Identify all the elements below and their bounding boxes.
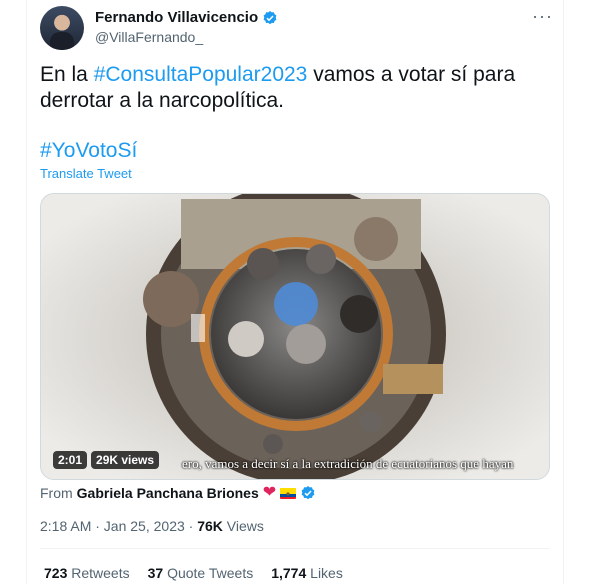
source-author-link[interactable]: Gabriela Panchana Briones: [77, 485, 259, 501]
hashtag-yovotosi-link[interactable]: #YoVotoSí: [40, 139, 137, 163]
tweet-meta: 2:18 AM · Jan 25, 2023 · 76K Views: [40, 518, 264, 534]
author-avatar[interactable]: [40, 6, 84, 50]
tweet-timestamp-link[interactable]: 2:18 AM · Jan 25, 2023 ·: [40, 518, 197, 534]
from-label: From: [40, 485, 73, 501]
retweets-count: 723: [44, 565, 68, 581]
quotes-count: 37: [147, 565, 164, 581]
video-views-badge: 29K views: [91, 451, 160, 469]
quotes-label: Quote Tweets: [167, 565, 254, 581]
views-count: 76K: [197, 518, 223, 534]
translate-tweet-link[interactable]: Translate Tweet: [40, 166, 132, 181]
quote-tweets-link[interactable]: 37 Quote Tweets: [148, 565, 254, 581]
divider: [40, 548, 550, 549]
ecuador-flag-icon: [280, 487, 297, 499]
author-name[interactable]: Fernando Villavicencio: [95, 9, 258, 26]
retweets-label: Retweets: [71, 565, 130, 581]
tweet-text-prefix: En la: [40, 63, 94, 86]
heart-emoji-icon: ❤: [262, 484, 277, 501]
author-name-row[interactable]: Fernando Villavicencio: [95, 9, 278, 26]
video-subtitle: ero, vamos a decir sí a la extradición d…: [182, 456, 514, 471]
views-label: Views: [222, 518, 264, 534]
verified-badge-icon: [263, 10, 277, 24]
video-duration-badge: 2:01: [53, 451, 88, 469]
hashtag-consultapopular-link[interactable]: #ConsultaPopular2023: [94, 63, 308, 86]
likes-link[interactable]: 1,774 Likes: [271, 565, 343, 581]
engagement-stats: 723 Retweets 37 Quote Tweets 1,774 Likes: [44, 565, 343, 581]
video-player[interactable]: ero, vamos a decir sí a la extradición d…: [40, 193, 550, 480]
likes-label: Likes: [310, 565, 343, 581]
video-thumbnail: [41, 194, 549, 479]
likes-count: 1,774: [271, 565, 307, 581]
source-verified-badge-icon: [301, 486, 315, 500]
tweet-text: En la #ConsultaPopular2023 vamos a votar…: [40, 62, 540, 114]
author-handle[interactable]: @VillaFernando_: [95, 29, 203, 45]
retweets-link[interactable]: 723 Retweets: [44, 565, 130, 581]
video-badges: 2:01 29K views: [53, 451, 160, 469]
video-source-attribution: From Gabriela Panchana Briones ❤: [40, 485, 316, 501]
more-options-icon[interactable]: ···: [532, 6, 553, 27]
